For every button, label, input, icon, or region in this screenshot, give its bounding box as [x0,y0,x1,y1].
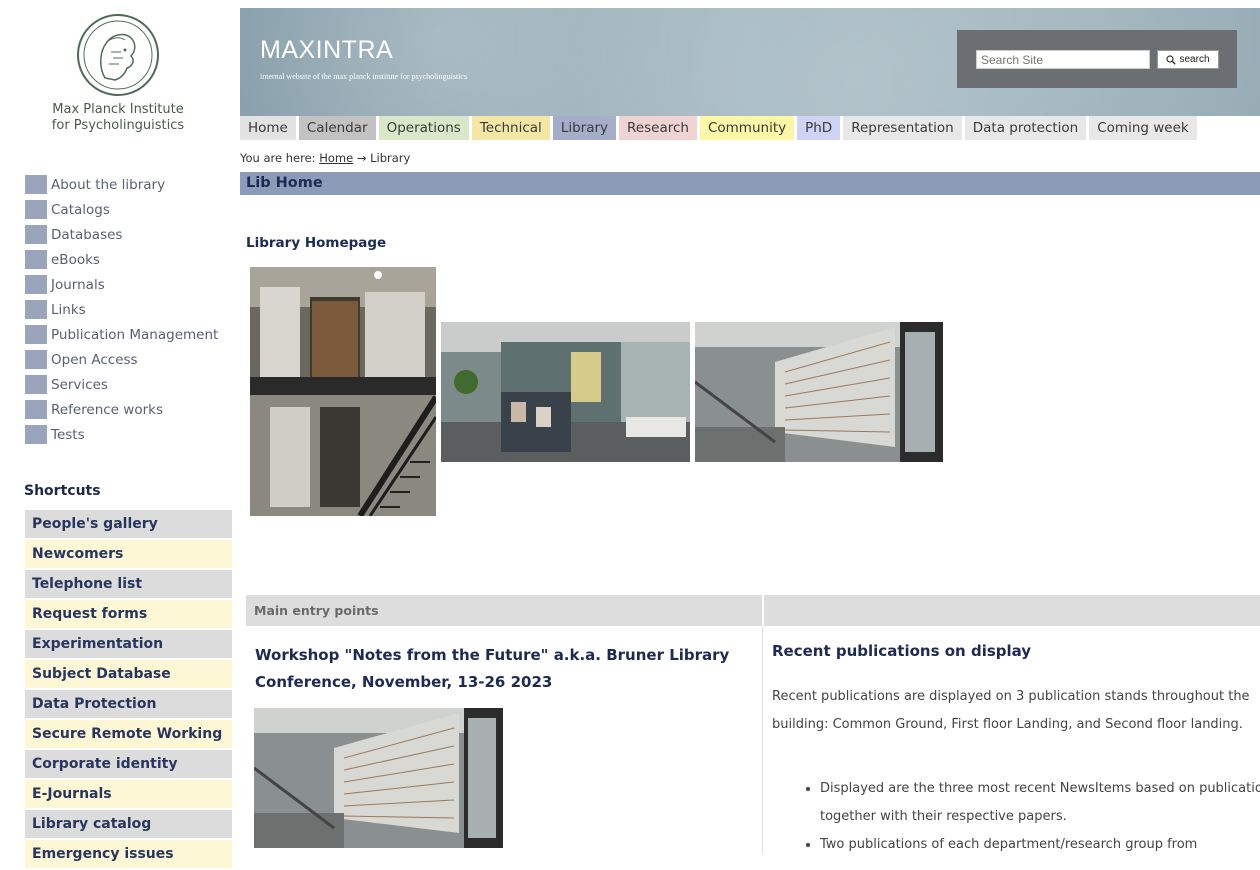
sidebar-item-label: About the library [51,176,166,193]
site-subtitle: internal website of the max planck insti… [260,72,468,81]
entry-points-header-blank [764,595,1260,626]
sidebar-item-publication-management[interactable]: Publication Management [25,322,235,347]
sidebar-item-label: Reference works [51,401,163,418]
sidebar-item-open-access[interactable]: Open Access [25,347,235,372]
recent-publications-panel: Recent publications on display Recent pu… [764,627,1260,854]
sidebar-item-label: eBooks [51,251,100,268]
shortcuts-heading: Shortcuts [24,483,101,499]
sidebar-item-label: Publication Management [51,326,219,343]
library-photo-bookshelves [695,322,943,462]
bullet-square-icon [25,400,47,419]
shortcut-newcomers[interactable]: Newcomers [25,540,232,568]
shortcut-experimentation[interactable]: Experimentation [25,630,232,658]
workshop-photo-bookshelves [254,708,503,848]
search-button-label: search [1179,54,1210,65]
bullet-square-icon [25,275,47,294]
sidebar-item-about[interactable]: About the library [25,172,235,197]
tab-calendar[interactable]: Calendar [298,116,376,140]
breadcrumb: You are here: Home → Library [240,151,410,165]
search-button[interactable]: search [1157,50,1219,69]
workshop-panel: Workshop "Notes from the Future" a.k.a. … [246,627,763,854]
breadcrumb-current: Library [370,151,411,165]
shortcut-e-journals[interactable]: E-Journals [25,780,232,808]
sidebar-item-tests[interactable]: Tests [25,422,235,447]
section-title: Library Homepage [246,235,387,251]
bullet-square-icon [25,225,47,244]
sidebar-item-label: Catalogs [51,201,110,218]
tab-library[interactable]: Library [552,116,617,140]
shortcut-secure-remote-working[interactable]: Secure Remote Working [25,720,232,748]
sidebar-item-ebooks[interactable]: eBooks [25,247,235,272]
institute-name-line1: Max Planck Institute [52,102,184,117]
bullet-square-icon [25,200,47,219]
magnifier-icon [1166,54,1177,65]
shortcuts-list: People's gallery Newcomers Telephone lis… [25,510,232,870]
sidebar-item-links[interactable]: Links [25,297,235,322]
search-input[interactable] [976,50,1150,69]
breadcrumb-prefix: You are here: [240,151,316,165]
breadcrumb-separator: → [356,151,367,165]
sidebar-item-reference-works[interactable]: Reference works [25,397,235,422]
sidebar-item-catalogs[interactable]: Catalogs [25,197,235,222]
tab-operations[interactable]: Operations [378,116,469,140]
recent-publications-text: Recent publications are displayed on 3 p… [772,689,1250,732]
entry-points-title: Main entry points [254,603,379,618]
shortcut-telephone-list[interactable]: Telephone list [25,570,232,598]
library-photo-reading-area [441,322,690,462]
tab-data-protection[interactable]: Data protection [964,116,1087,140]
workshop-title[interactable]: Workshop "Notes from the Future" a.k.a. … [255,642,755,696]
shortcut-peoples-gallery[interactable]: People's gallery [25,510,232,538]
breadcrumb-home-link[interactable]: Home [319,151,353,165]
main-nav: Home Calendar Operations Technical Libra… [240,116,1260,140]
left-column: Max Planck Institute for Psycholinguisti… [0,0,238,868]
institute-name: Max Planck Institute for Psycholinguisti… [38,102,198,134]
bullet-square-icon [25,325,47,344]
list-item: Displayed are the three most recent News… [820,775,1260,831]
shortcut-corporate-identity[interactable]: Corporate identity [25,750,232,778]
shortcut-library-catalog[interactable]: Library catalog [25,810,232,838]
tab-home[interactable]: Home [240,116,296,140]
sidebar-item-databases[interactable]: Databases [25,222,235,247]
institute-name-line2: for Psycholinguistics [51,118,185,133]
shortcut-emergency-issues[interactable]: Emergency issues [25,840,232,868]
tab-technical[interactable]: Technical [471,116,550,140]
sidebar-item-journals[interactable]: Journals [25,272,235,297]
bullet-square-icon [25,425,47,444]
shortcut-subject-database[interactable]: Subject Database [25,660,232,688]
institute-logo[interactable]: Max Planck Institute for Psycholinguisti… [38,12,198,134]
sidebar-item-label: Journals [51,276,105,293]
sidebar-item-label: Services [51,376,108,393]
bullet-square-icon [25,250,47,269]
page-title-bar: Lib Home [240,172,1260,195]
entry-points-header: Main entry points [246,595,762,626]
bullet-square-icon [25,175,47,194]
tab-research[interactable]: Research [619,116,697,140]
site-header: MAXINTRA internal website of the max pla… [240,8,1260,116]
sidebar-item-label: Databases [51,226,123,243]
sidebar-item-label: Open Access [51,351,138,368]
list-item: Two publications of each department/rese… [820,831,1260,859]
recent-publications-list: Displayed are the three most recent News… [802,775,1260,859]
tab-phd[interactable]: PhD [797,116,841,140]
shortcut-request-forms[interactable]: Request forms [25,600,232,628]
site-title[interactable]: MAXINTRA [260,36,393,65]
minerva-logo-icon [77,14,159,96]
recent-publications-title: Recent publications on display [772,642,1032,660]
shortcut-data-protection[interactable]: Data Protection [25,690,232,718]
library-sidebar-nav: About the library Catalogs Databases eBo… [25,172,235,447]
search-box: search [957,30,1237,88]
page-title: Lib Home [246,175,323,191]
sidebar-item-label: Links [51,301,86,318]
bullet-square-icon [25,350,47,369]
tab-community[interactable]: Community [699,116,795,140]
tab-coming-week[interactable]: Coming week [1089,116,1197,140]
tab-representation[interactable]: Representation [843,116,962,140]
library-photo-staircase [250,267,436,516]
sidebar-item-services[interactable]: Services [25,372,235,397]
sidebar-item-label: Tests [51,426,85,443]
bullet-square-icon [25,300,47,319]
bullet-square-icon [25,375,47,394]
